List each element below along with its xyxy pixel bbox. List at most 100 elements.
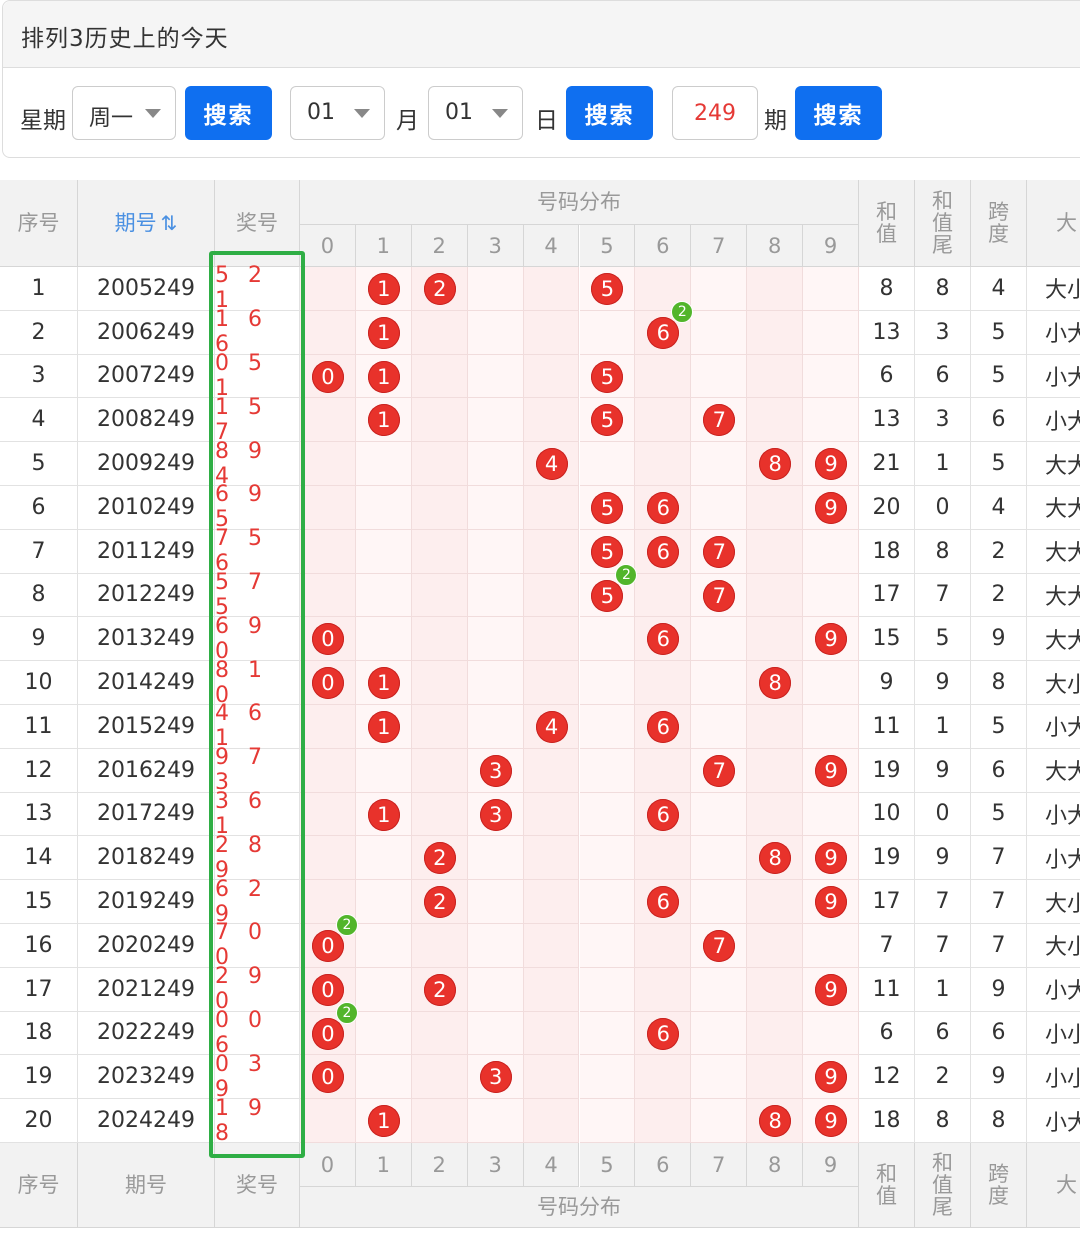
- row-prize: 0 3 9: [215, 1052, 300, 1102]
- row-tail: 9: [915, 661, 971, 705]
- weekday-select[interactable]: 周一: [72, 86, 176, 140]
- header-digit-9: 9: [803, 225, 859, 267]
- dist-cell: [467, 573, 524, 618]
- row-size: 小大: [1027, 705, 1080, 749]
- dist-cell: [300, 748, 356, 793]
- dist-cell: [747, 748, 804, 793]
- dist-cell: [747, 792, 804, 837]
- row-tail: 2: [915, 1055, 971, 1100]
- dist-cell: [691, 1099, 748, 1143]
- footer-digit-1: 1: [355, 1143, 412, 1187]
- row-tail: 8: [915, 1099, 971, 1143]
- dist-cell: [523, 792, 580, 837]
- weekday-search-button[interactable]: 搜索: [185, 86, 272, 140]
- row-tail: 6: [915, 354, 971, 399]
- dist-cell: [411, 748, 468, 793]
- dist-cell: [467, 529, 524, 574]
- dist-cell: [467, 486, 524, 530]
- number-ball: 9: [815, 491, 848, 524]
- dist-cell: [467, 924, 524, 968]
- row-span: 5: [971, 792, 1027, 837]
- dist-cell: [300, 573, 356, 618]
- date-search-button[interactable]: 搜索: [566, 86, 653, 140]
- dist-cell: [747, 398, 804, 443]
- dist-cell: [523, 1055, 580, 1100]
- row-issue: 2023249: [78, 1055, 215, 1100]
- row-size: 小小: [1027, 1011, 1080, 1056]
- row-size: 大大: [1027, 573, 1080, 618]
- day-select[interactable]: 01: [428, 86, 523, 140]
- row-prize: 5 2 1: [215, 263, 300, 313]
- dist-cell: [579, 617, 636, 662]
- row-prize: 1 9 8: [215, 1096, 300, 1146]
- dist-cell: [747, 967, 804, 1012]
- number-ball: 8: [759, 667, 792, 700]
- row-index: 20: [0, 1099, 78, 1143]
- footer-digit-0: 0: [300, 1143, 356, 1187]
- header-distribution: 号码分布: [300, 180, 859, 225]
- sort-icon[interactable]: ⇅: [161, 212, 178, 234]
- day-value: 01: [445, 100, 473, 125]
- number-ball: 1: [367, 798, 400, 831]
- number-ball: 8: [759, 1105, 792, 1138]
- number-ball: 1: [367, 1105, 400, 1138]
- dist-cell: [523, 398, 580, 443]
- dist-cell: [467, 267, 524, 311]
- dist-cell: [523, 1099, 580, 1143]
- row-size: 大小: [1027, 880, 1080, 924]
- row-size: 小大: [1027, 792, 1080, 837]
- row-prize: 6 9 0: [215, 614, 300, 664]
- row-prize: 2 8 9: [215, 833, 300, 883]
- dist-cell: [635, 1055, 692, 1100]
- page-title: 排列3历史上的今天: [21, 26, 229, 52]
- row-span: 4: [971, 486, 1027, 530]
- dist-cell: [691, 661, 748, 705]
- number-ball: 0: [311, 360, 344, 393]
- dist-cell: [523, 661, 580, 705]
- dist-cell: [747, 705, 804, 749]
- row-index: 8: [0, 573, 78, 618]
- weekday-label: 星期: [20, 108, 66, 134]
- row-size: 小小: [1027, 1055, 1080, 1100]
- header-issue[interactable]: 期号 ⇅: [78, 180, 215, 267]
- row-sum: 15: [859, 617, 915, 662]
- row-tail: 3: [915, 398, 971, 443]
- row-sum: 17: [859, 573, 915, 618]
- number-ball: 1: [367, 710, 400, 743]
- row-size: 小大: [1027, 310, 1080, 355]
- dist-cell: [803, 792, 859, 837]
- issue-input[interactable]: 249: [672, 86, 758, 140]
- row-tail: 1: [915, 705, 971, 749]
- dist-cell: [355, 880, 412, 924]
- dist-cell: [411, 442, 468, 486]
- row-prize: 1 5 7: [215, 395, 300, 445]
- number-ball: 5: [591, 360, 624, 393]
- number-ball: 1: [367, 316, 400, 349]
- row-span: 7: [971, 836, 1027, 881]
- number-ball: 2: [423, 842, 456, 875]
- header-digit-0: 0: [300, 225, 356, 267]
- dist-cell: [579, 792, 636, 837]
- number-ball: 0: [311, 929, 344, 962]
- row-issue: 2019249: [78, 880, 215, 924]
- dist-cell: [467, 442, 524, 486]
- weekday-value: 周一: [89, 106, 134, 131]
- footer-digit-2: 2: [411, 1143, 468, 1187]
- dist-cell: [747, 529, 804, 574]
- dist-cell: [635, 398, 692, 443]
- number-ball: 1: [367, 667, 400, 700]
- number-ball: 9: [815, 973, 848, 1006]
- dist-cell: [355, 748, 412, 793]
- dist-cell: [411, 1011, 468, 1056]
- row-index: 5: [0, 442, 78, 486]
- row-span: 5: [971, 705, 1027, 749]
- month-select[interactable]: 01: [290, 86, 385, 140]
- number-ball: 6: [647, 1017, 680, 1050]
- row-span: 7: [971, 924, 1027, 968]
- dist-cell: [300, 1099, 356, 1143]
- number-ball: 5: [591, 535, 624, 568]
- number-ball: 1: [367, 272, 400, 305]
- issue-search-button[interactable]: 搜索: [795, 86, 882, 140]
- chevron-down-icon: [492, 109, 508, 118]
- dist-cell: [803, 573, 859, 618]
